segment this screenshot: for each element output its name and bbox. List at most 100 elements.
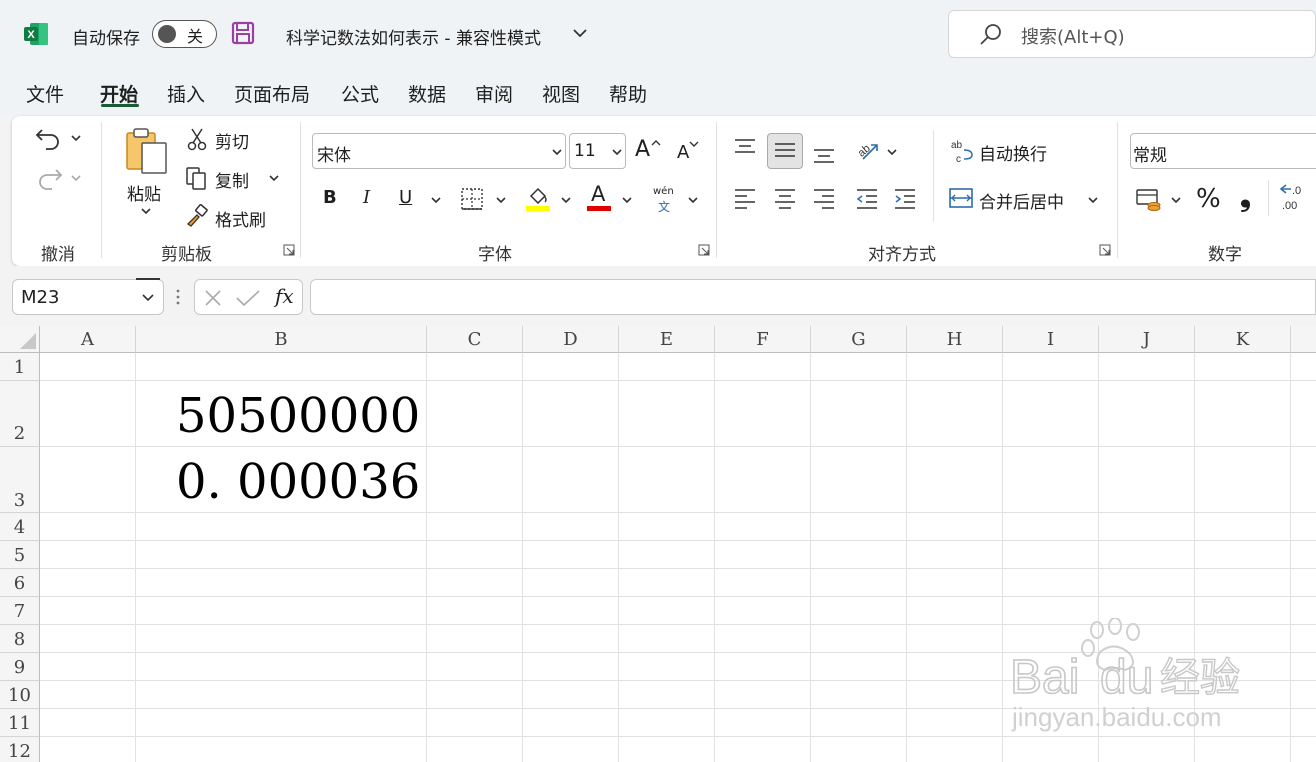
align-bottom-icon[interactable] <box>812 141 836 165</box>
cancel-icon[interactable] <box>203 288 223 308</box>
redo-icon[interactable] <box>34 164 64 192</box>
comma-style-button[interactable]: ❟ <box>1240 180 1251 214</box>
check-icon[interactable] <box>235 288 261 308</box>
increase-indent-icon[interactable] <box>893 186 917 210</box>
row-header-8[interactable]: 8 <box>0 625 40 653</box>
col-header-l[interactable] <box>1291 326 1316 353</box>
tab-help[interactable]: 帮助 <box>609 80 647 107</box>
bold-button[interactable]: B <box>323 187 337 208</box>
col-header-e[interactable]: E <box>619 326 715 353</box>
name-box[interactable]: M23 <box>12 279 164 315</box>
tab-page-layout[interactable]: 页面布局 <box>234 80 310 107</box>
copy-button[interactable]: 复制 <box>215 167 249 192</box>
tab-data[interactable]: 数据 <box>408 80 446 107</box>
more-vertical-icon[interactable] <box>174 287 182 307</box>
row-header-2[interactable]: 2 <box>0 381 40 447</box>
chevron-down-icon[interactable] <box>687 195 699 205</box>
cell-b2[interactable]: 50500000 <box>176 388 420 444</box>
row-header-10[interactable]: 10 <box>0 681 40 709</box>
copy-icon[interactable] <box>185 166 209 190</box>
tab-view[interactable]: 视图 <box>542 80 580 107</box>
wrap-text-icon[interactable]: ab c <box>950 138 974 164</box>
font-name-select[interactable]: 宋体 <box>312 133 566 169</box>
col-header-d[interactable]: D <box>523 326 619 353</box>
phonetic-bottom[interactable]: 文 <box>658 198 670 215</box>
increase-decimal-icon[interactable]: .0 .00 <box>1278 183 1316 213</box>
col-header-i[interactable]: I <box>1003 326 1099 353</box>
chevron-down-icon[interactable] <box>621 195 633 205</box>
orientation-icon[interactable]: ab <box>855 137 881 163</box>
align-right-icon[interactable] <box>812 186 836 210</box>
chevron-down-icon[interactable] <box>572 27 588 39</box>
scissors-icon[interactable] <box>186 127 208 151</box>
chevron-down-icon[interactable] <box>430 195 442 205</box>
col-header-a[interactable]: A <box>40 326 136 353</box>
percent-button[interactable]: % <box>1196 184 1221 214</box>
cell-b3[interactable]: 0. 000036 <box>176 454 420 510</box>
chevron-down-icon[interactable] <box>140 206 152 216</box>
row-header-1[interactable]: 1 <box>0 353 40 381</box>
merge-center-icon[interactable] <box>948 186 974 210</box>
select-all-corner[interactable] <box>0 326 40 353</box>
font-size-select[interactable]: 11 <box>569 133 626 169</box>
col-header-k[interactable]: K <box>1195 326 1291 353</box>
formula-input[interactable] <box>310 279 1316 315</box>
increase-font-button[interactable]: A <box>635 137 650 162</box>
chevron-down-icon[interactable] <box>886 147 898 157</box>
borders-icon[interactable] <box>460 187 484 211</box>
col-header-j[interactable]: J <box>1099 326 1195 353</box>
format-painter-icon[interactable] <box>185 204 209 228</box>
col-header-b[interactable]: B <box>136 326 427 353</box>
row-header-6[interactable]: 6 <box>0 569 40 597</box>
chevron-down-icon[interactable] <box>70 133 82 143</box>
row-header-5[interactable]: 5 <box>0 541 40 569</box>
autosave-toggle[interactable]: 关 <box>152 20 217 48</box>
paste-icon[interactable] <box>124 127 170 175</box>
col-header-h[interactable]: H <box>907 326 1003 353</box>
accounting-format-icon[interactable] <box>1135 186 1163 212</box>
cut-button[interactable]: 剪切 <box>215 128 249 153</box>
chevron-down-icon[interactable] <box>560 195 572 205</box>
underline-button[interactable]: U <box>399 187 412 208</box>
tab-insert[interactable]: 插入 <box>167 80 205 107</box>
row-header-3[interactable]: 3 <box>0 447 40 513</box>
format-painter-button[interactable]: 格式刷 <box>215 206 266 231</box>
tab-review[interactable]: 审阅 <box>475 80 513 107</box>
insert-function-button[interactable]: fx <box>275 284 294 308</box>
save-icon[interactable] <box>231 21 255 45</box>
tab-file[interactable]: 文件 <box>26 80 64 107</box>
decrease-indent-icon[interactable] <box>855 186 879 210</box>
font-color-button[interactable]: A <box>591 182 605 206</box>
fill-color-icon[interactable] <box>525 184 551 212</box>
chevron-down-icon[interactable] <box>1087 195 1099 205</box>
row-header-11[interactable]: 11 <box>0 709 40 737</box>
merge-center-button[interactable]: 合并后居中 <box>979 188 1064 213</box>
tab-home[interactable]: 开始 <box>100 80 138 107</box>
paste-label[interactable]: 粘贴 <box>127 180 161 205</box>
chevron-down-icon[interactable] <box>141 293 155 303</box>
number-format-select[interactable]: 常规 <box>1130 133 1316 169</box>
align-center-icon[interactable] <box>773 186 797 210</box>
col-header-g[interactable]: G <box>811 326 907 353</box>
undo-icon[interactable] <box>34 124 64 152</box>
row-header-7[interactable]: 7 <box>0 597 40 625</box>
row-header-12[interactable]: 12 <box>0 737 40 762</box>
chevron-down-icon[interactable] <box>268 173 280 183</box>
dialog-launcher-icon[interactable] <box>698 244 710 256</box>
dialog-launcher-icon[interactable] <box>1099 244 1111 256</box>
align-top-icon[interactable] <box>733 137 757 161</box>
tab-formulas[interactable]: 公式 <box>341 80 379 107</box>
row-header-4[interactable]: 4 <box>0 513 40 541</box>
dialog-launcher-icon[interactable] <box>283 244 295 256</box>
chevron-down-icon[interactable] <box>1170 195 1182 205</box>
italic-button[interactable]: I <box>363 187 370 208</box>
decrease-font-button[interactable]: A <box>677 142 689 163</box>
col-header-f[interactable]: F <box>715 326 811 353</box>
wrap-text-button[interactable]: 自动换行 <box>979 140 1047 165</box>
row-header-9[interactable]: 9 <box>0 653 40 681</box>
document-title[interactable]: 科学记数法如何表示 - 兼容性模式 <box>286 24 541 49</box>
align-left-icon[interactable] <box>733 186 757 210</box>
col-header-c[interactable]: C <box>427 326 523 353</box>
search-input[interactable]: 搜索(Alt+Q) <box>948 10 1316 58</box>
chevron-down-icon[interactable] <box>495 195 507 205</box>
